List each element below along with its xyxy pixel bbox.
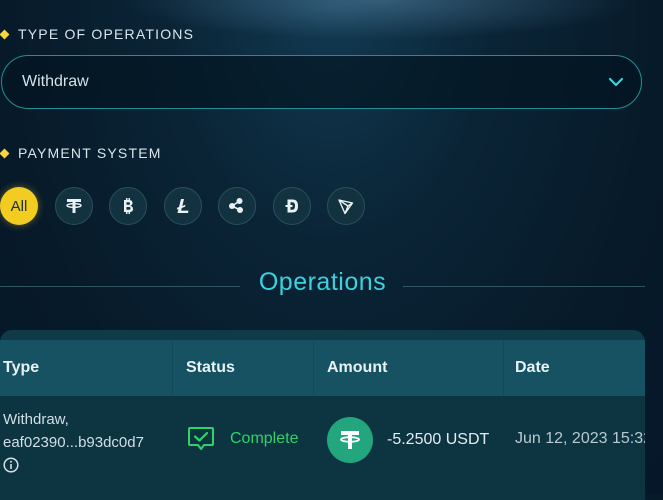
payment-option-ripple[interactable] [218, 187, 256, 225]
check-message-icon [188, 427, 214, 450]
operations-type-label: TYPE OF OPERATIONS [18, 26, 195, 42]
column-divider [313, 340, 314, 396]
payment-system-options: All [0, 187, 382, 225]
table-row: Withdraw, eaf02390...b93dc0d7 Complete -… [0, 396, 645, 500]
tether-icon [65, 199, 82, 213]
operation-type-select[interactable]: Withdraw [1, 55, 642, 109]
column-header-type: Type [3, 359, 40, 376]
status-badge: Complete [230, 430, 299, 447]
payment-option-litecoin[interactable] [163, 187, 202, 225]
operations-table: Type Status Amount Date Withdraw, eaf023… [0, 330, 645, 500]
operation-status-cell: Complete [186, 424, 298, 454]
column-header-date: Date [515, 359, 550, 376]
dogecoin-icon [285, 199, 298, 213]
usdt-coin [327, 417, 373, 463]
info-icon[interactable] [3, 457, 19, 473]
operations-title: Operations [258, 268, 387, 296]
payment-system-heading: PAYMENT SYSTEM [0, 145, 162, 161]
tron-icon [338, 199, 354, 215]
payment-option-all[interactable]: All [0, 187, 38, 225]
tether-icon [340, 431, 360, 449]
payment-option-tron[interactable] [327, 187, 365, 225]
operation-type-value: Withdraw [22, 73, 89, 90]
column-divider [503, 340, 504, 396]
payment-option-tether[interactable] [54, 187, 93, 225]
column-header-amount: Amount [327, 359, 388, 376]
table-header: Type Status Amount Date [0, 340, 645, 396]
bitcoin-icon [124, 198, 133, 214]
payment-option-bitcoin[interactable] [109, 187, 147, 225]
operations-heading-row: Operations [0, 268, 645, 304]
operations-type-heading: TYPE OF OPERATIONS [0, 26, 194, 42]
operation-amount: -5.2500 USDT [387, 431, 490, 448]
operation-type-cell: Withdraw, eaf02390...b93dc0d7 [3, 408, 144, 473]
ripple-icon [229, 198, 243, 213]
payment-system-label: PAYMENT SYSTEM [18, 145, 162, 161]
operation-date: Jun 12, 2023 15:32 [515, 430, 645, 447]
payment-option-all-label: All [10, 197, 28, 215]
payment-option-dogecoin[interactable] [272, 187, 311, 225]
chevron-down-icon [608, 77, 624, 87]
diamond-bullet-icon [0, 148, 10, 158]
column-divider [172, 340, 173, 396]
diamond-bullet-icon [0, 29, 10, 39]
operation-type-text: Withdraw, [3, 411, 69, 428]
litecoin-icon [176, 199, 188, 213]
operation-amount-cell: -5.2500 USDT [327, 417, 489, 463]
column-header-status: Status [186, 359, 235, 376]
transaction-id[interactable]: eaf02390...b93dc0d7 [3, 431, 144, 454]
background-glow [120, 0, 640, 40]
